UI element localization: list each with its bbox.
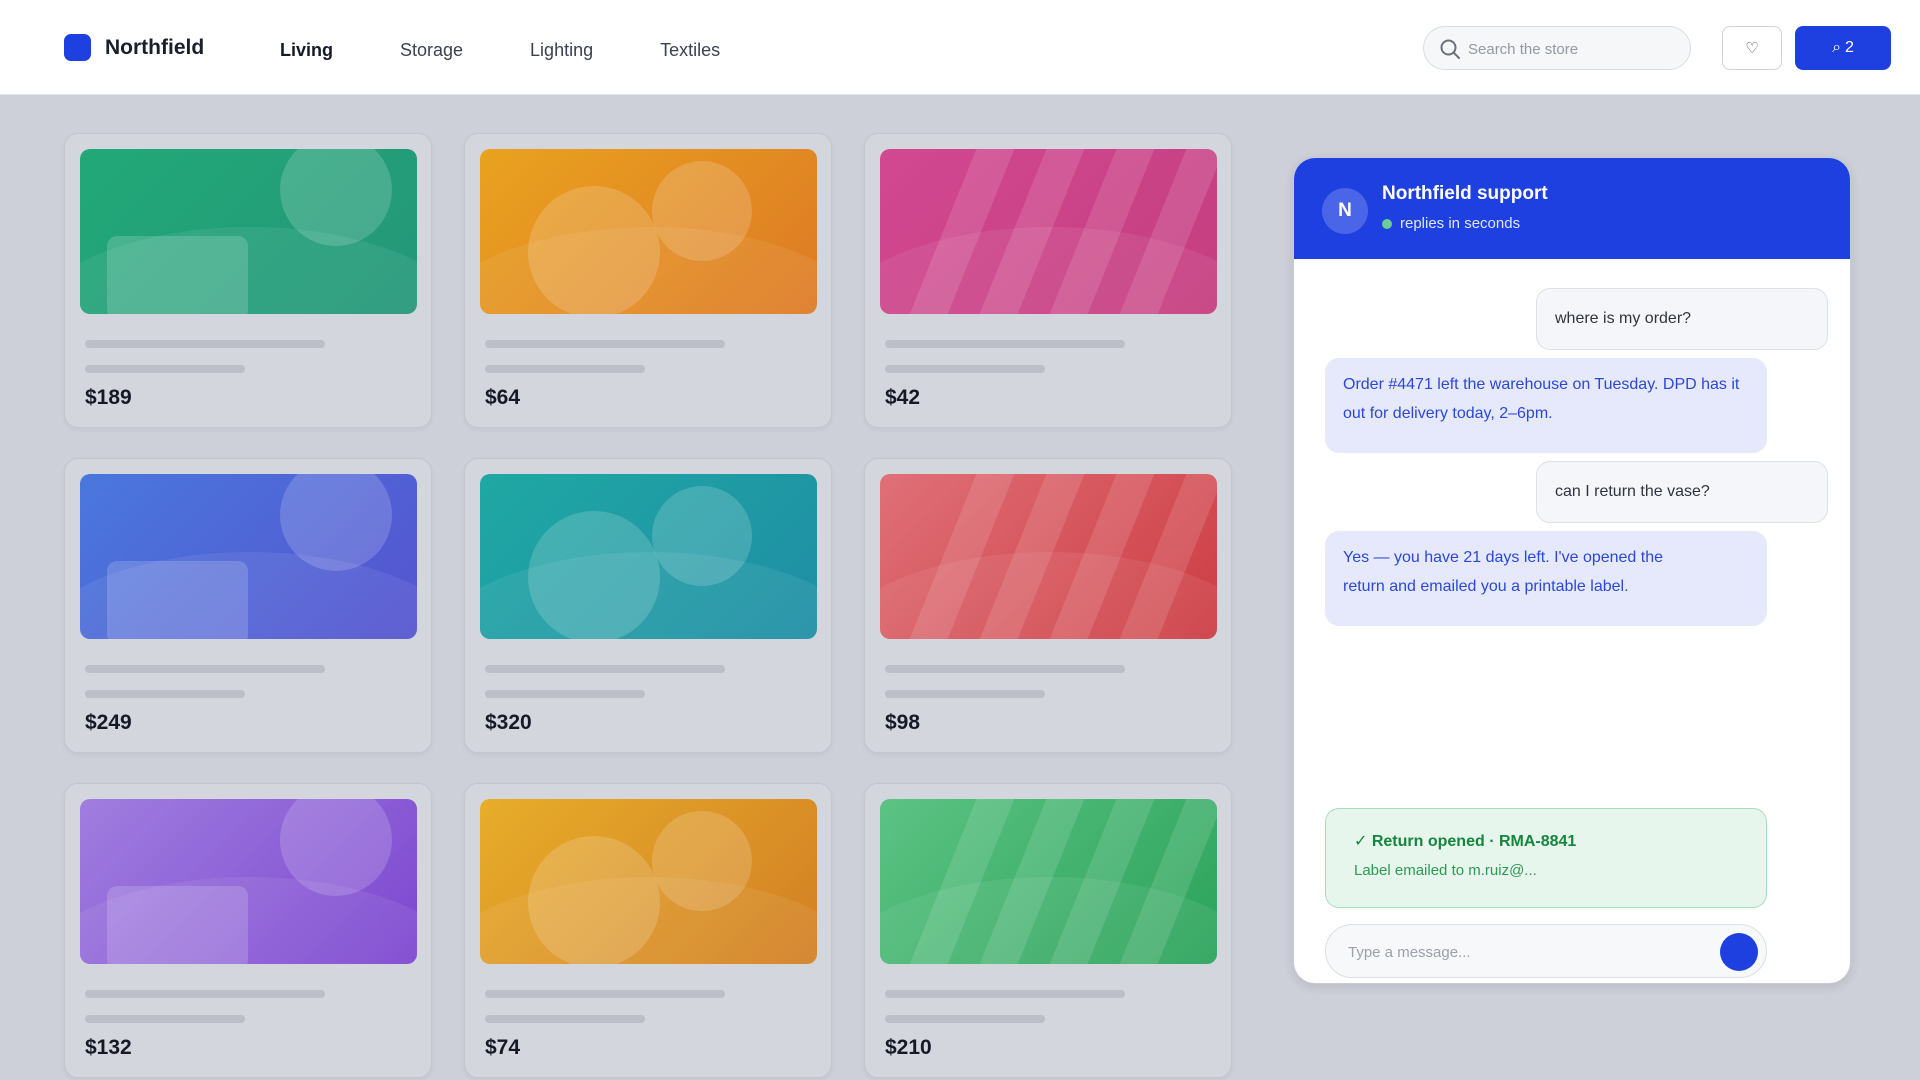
cart-icon: ⌕ (1832, 39, 1842, 56)
product-image (880, 474, 1217, 639)
product-price: $189 (85, 386, 132, 409)
message-composer (1325, 924, 1767, 978)
image-decoration (528, 836, 660, 964)
cart-button[interactable]: ⌕ 2 (1795, 26, 1891, 70)
chat-header: N Northfield support replies in seconds (1294, 158, 1850, 259)
header: Northfield Living Storage Lighting Texti… (0, 0, 1920, 95)
image-decoration (652, 486, 752, 586)
product-price: $210 (885, 1036, 932, 1059)
cart-count: 2 (1845, 39, 1854, 56)
product-title-placeholder (885, 340, 1125, 348)
heart-icon: ♡ (1745, 40, 1759, 57)
product-price: $249 (85, 711, 132, 734)
product-card[interactable]: $210 (864, 783, 1232, 1078)
product-subtitle-placeholder (485, 690, 645, 698)
main-nav: Living Storage Lighting Textiles (280, 40, 787, 61)
product-card[interactable]: $98 (864, 458, 1232, 753)
image-decoration (107, 561, 248, 639)
chat-message-agent: Yes — you have 21 days left. I've opened… (1325, 531, 1767, 626)
product-card[interactable]: $249 (64, 458, 432, 753)
product-subtitle-placeholder (85, 365, 245, 373)
product-image (480, 149, 817, 314)
product-image (880, 149, 1217, 314)
nav-item-lighting[interactable]: Lighting (530, 40, 593, 61)
image-decoration (528, 511, 660, 639)
search-icon (1440, 39, 1460, 59)
support-chat-panel: N Northfield support replies in seconds … (1293, 157, 1851, 984)
nav-item-storage[interactable]: Storage (400, 40, 463, 61)
product-image (80, 799, 417, 964)
product-image (880, 799, 1217, 964)
product-price: $42 (885, 386, 921, 409)
product-title-placeholder (485, 340, 725, 348)
product-card[interactable]: $42 (864, 133, 1232, 428)
product-title-placeholder (885, 665, 1125, 673)
product-price: $320 (485, 711, 532, 734)
product-subtitle-placeholder (485, 1015, 645, 1023)
product-card[interactable]: $74 (464, 783, 832, 1078)
chat-title: Northfield support (1382, 183, 1548, 204)
product-title-placeholder (85, 990, 325, 998)
image-decoration (652, 161, 752, 261)
send-button[interactable] (1720, 933, 1758, 971)
brand-name: Northfield (105, 35, 205, 59)
message-input[interactable] (1348, 940, 1688, 964)
product-card[interactable]: $320 (464, 458, 832, 753)
product-card[interactable]: $64 (464, 133, 832, 428)
product-title-placeholder (885, 990, 1125, 998)
product-subtitle-placeholder (885, 1015, 1045, 1023)
image-decoration (528, 186, 660, 314)
product-subtitle-placeholder (85, 1015, 245, 1023)
product-subtitle-placeholder (485, 365, 645, 373)
image-decoration (107, 236, 248, 314)
product-subtitle-placeholder (885, 365, 1045, 373)
chat-message-user: where is my order? (1536, 288, 1828, 350)
product-card[interactable]: $189 (64, 133, 432, 428)
product-title-placeholder (485, 665, 725, 673)
image-decoration (107, 886, 248, 964)
image-decoration (652, 811, 752, 911)
nav-item-textiles[interactable]: Textiles (660, 40, 720, 61)
search-box (1423, 26, 1691, 70)
product-image (480, 474, 817, 639)
support-avatar: N (1322, 188, 1368, 234)
product-price: $64 (485, 386, 521, 409)
brand-logo (64, 34, 91, 61)
nav-item-living[interactable]: Living (280, 40, 333, 61)
product-image (480, 799, 817, 964)
favorites-button[interactable]: ♡ (1722, 26, 1782, 70)
chat-status: replies in seconds (1382, 215, 1520, 232)
return-confirmation-title: ✓ Return opened · RMA-8841 (1354, 833, 1577, 850)
product-price: $98 (885, 711, 921, 734)
chat-message-user: can I return the vase? (1536, 461, 1828, 523)
search-input[interactable] (1468, 37, 1678, 61)
chat-status-text: replies in seconds (1400, 215, 1521, 232)
product-image (80, 149, 417, 314)
product-subtitle-placeholder (885, 690, 1045, 698)
product-card[interactable]: $132 (64, 783, 432, 1078)
product-title-placeholder (85, 665, 325, 673)
product-subtitle-placeholder (85, 690, 245, 698)
product-title-placeholder (85, 340, 325, 348)
brand[interactable]: Northfield (64, 34, 204, 61)
product-price: $132 (85, 1036, 132, 1059)
return-confirmation-subtitle: Label emailed to m.ruiz@... (1354, 862, 1537, 879)
product-title-placeholder (485, 990, 725, 998)
product-image (80, 474, 417, 639)
chat-message-agent: Order #4471 left the warehouse on Tuesda… (1325, 358, 1767, 453)
return-confirmation-card: ✓ Return opened · RMA-8841 Label emailed… (1325, 808, 1767, 908)
product-price: $74 (485, 1036, 521, 1059)
online-indicator (1382, 218, 1392, 229)
